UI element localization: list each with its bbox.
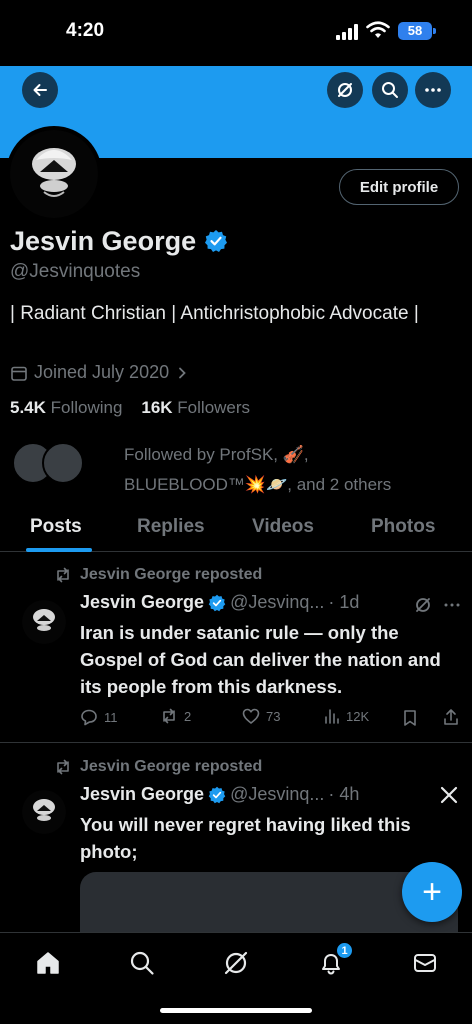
nav-home[interactable] bbox=[34, 949, 62, 977]
tweet-time: · 1d bbox=[328, 592, 360, 612]
tab-replies[interactable]: Replies bbox=[137, 516, 205, 538]
followers-link[interactable]: 16K Followers bbox=[141, 398, 250, 417]
tweet-divider bbox=[0, 742, 472, 743]
views-icon bbox=[325, 709, 339, 724]
like-button[interactable]: 73 bbox=[242, 708, 280, 724]
nav-messages[interactable] bbox=[411, 949, 439, 977]
repost-icon bbox=[163, 708, 175, 724]
status-bar: 4:20 58 bbox=[0, 0, 472, 66]
tweet-avatar[interactable] bbox=[22, 600, 66, 644]
retweet-button[interactable]: 2 bbox=[160, 708, 191, 724]
profile-bio: | Radiant Christian | Antichristophobic … bbox=[10, 303, 419, 324]
following-link[interactable]: 5.4K Following bbox=[10, 398, 122, 417]
tweet-text: Iran is under satanic rule — only the Go… bbox=[80, 622, 441, 697]
tab-posts[interactable]: Posts bbox=[30, 516, 82, 538]
like-count: 73 bbox=[266, 708, 281, 724]
tweet-author-handle[interactable]: @Jesvinq... bbox=[230, 592, 324, 613]
more-button[interactable] bbox=[415, 72, 451, 108]
tweet-header: Jesvin George @Jesvinq... · 4h bbox=[80, 784, 359, 805]
avatar-image bbox=[22, 790, 66, 834]
views-button[interactable]: 12K bbox=[324, 708, 369, 724]
joined-label: Joined July 2020 bbox=[34, 362, 170, 382]
repost-icon bbox=[57, 759, 69, 775]
repost-label: Jesvin George reposted bbox=[80, 758, 263, 775]
tweet-author-handle[interactable]: @Jesvinq... bbox=[230, 784, 324, 805]
repost-indicator[interactable]: Jesvin George reposted bbox=[54, 566, 262, 584]
repost-indicator[interactable]: Jesvin George reposted bbox=[54, 758, 262, 776]
repost-label: Jesvin George reposted bbox=[80, 566, 263, 583]
tweet-author-name[interactable]: Jesvin George bbox=[80, 784, 204, 805]
search-icon bbox=[382, 82, 398, 98]
tweet-header: Jesvin George @Jesvinq... · 1d bbox=[80, 592, 359, 613]
wifi-icon bbox=[366, 21, 390, 38]
tweet-time: · 4h bbox=[328, 784, 360, 804]
more-icon[interactable] bbox=[444, 596, 460, 614]
bookmark-icon[interactable] bbox=[402, 709, 418, 727]
battery-tip bbox=[433, 28, 436, 34]
compose-button[interactable]: + bbox=[402, 862, 462, 922]
edit-profile-button[interactable]: Edit profile bbox=[339, 169, 459, 205]
verified-badge-icon bbox=[208, 786, 226, 803]
repost-count: 2 bbox=[184, 708, 192, 724]
compose-plus-label: + bbox=[422, 873, 442, 911]
followers-label: Followers bbox=[177, 398, 251, 417]
verified-badge-icon bbox=[208, 594, 226, 611]
x-logo-icon[interactable] bbox=[440, 786, 458, 804]
tab-photos[interactable]: Photos bbox=[371, 516, 435, 538]
heart-icon bbox=[242, 708, 260, 724]
reply-count: 11 bbox=[104, 709, 118, 725]
more-icon bbox=[425, 88, 441, 92]
status-time: 4:20 bbox=[66, 20, 105, 41]
following-label: Following bbox=[50, 398, 123, 417]
home-icon bbox=[37, 952, 59, 974]
grok-icon bbox=[338, 83, 352, 97]
grok-icon[interactable] bbox=[414, 596, 432, 614]
reply-button[interactable]: 11 bbox=[80, 708, 118, 726]
profile-tabs: Posts Replies Videos Photos bbox=[0, 506, 472, 552]
avatar-image bbox=[22, 600, 66, 644]
home-indicator bbox=[160, 1008, 312, 1013]
nav-search[interactable] bbox=[128, 949, 156, 977]
followed-by-text[interactable]: Followed by ProfSK, 🎻, BLUEBLOOD™💥🪐, and… bbox=[124, 440, 454, 500]
reply-icon bbox=[81, 709, 97, 726]
followed-by-line-2: BLUEBLOOD™💥🪐, and 2 others bbox=[124, 475, 392, 494]
signal-icon bbox=[336, 24, 358, 40]
follow-stats: 5.4K Following 16K Followers bbox=[10, 398, 250, 418]
profile-name: Jesvin George bbox=[10, 226, 197, 256]
joined-date[interactable]: Joined July 2020 bbox=[10, 362, 189, 383]
profile-avatar[interactable] bbox=[10, 130, 98, 218]
repost-icon bbox=[57, 567, 69, 583]
tweet-avatar[interactable] bbox=[22, 790, 66, 834]
back-arrow-icon bbox=[33, 84, 47, 96]
chevron-right-icon bbox=[179, 367, 186, 378]
profile-handle: @Jesvinquotes bbox=[10, 261, 141, 282]
avatar-image bbox=[10, 130, 98, 218]
messages-icon bbox=[414, 954, 436, 972]
grok-icon bbox=[224, 951, 248, 975]
battery-indicator: 58 bbox=[398, 22, 432, 40]
followed-by-line-1: Followed by ProfSK, 🎻, bbox=[124, 445, 309, 464]
tweet-author-name[interactable]: Jesvin George bbox=[80, 592, 204, 613]
follower-avatar bbox=[42, 442, 84, 484]
search-icon bbox=[130, 951, 154, 975]
search-button[interactable] bbox=[372, 72, 408, 108]
share-icon[interactable] bbox=[442, 708, 460, 726]
notification-badge: 1 bbox=[336, 942, 353, 959]
followers-count: 16K bbox=[141, 398, 173, 417]
following-count: 5.4K bbox=[10, 398, 46, 417]
back-button[interactable] bbox=[22, 72, 58, 108]
tab-videos[interactable]: Videos bbox=[252, 516, 314, 538]
followed-by-avatars[interactable] bbox=[12, 442, 92, 486]
calendar-icon bbox=[11, 366, 27, 381]
nav-grok[interactable] bbox=[222, 949, 250, 977]
grok-button[interactable] bbox=[327, 72, 363, 108]
verified-badge-icon bbox=[205, 230, 227, 252]
view-count: 12K bbox=[346, 708, 370, 724]
tweet-text: You will never regret having liked this … bbox=[80, 814, 411, 862]
active-tab-indicator bbox=[26, 548, 92, 552]
